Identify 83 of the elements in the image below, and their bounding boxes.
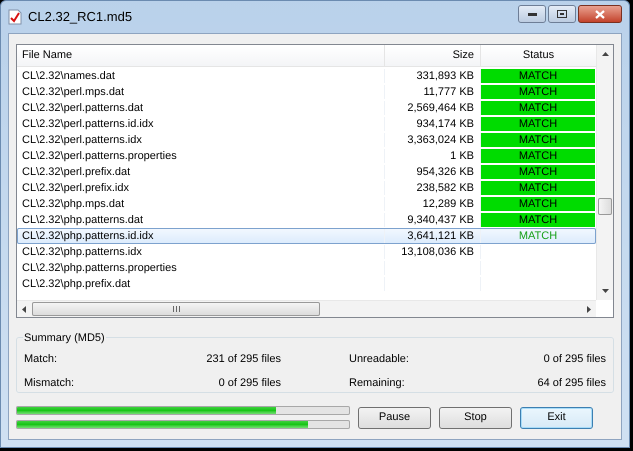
- status-text: MATCH: [481, 117, 595, 131]
- file-size: 954,326 KB: [416, 164, 474, 180]
- file-size: 12,289 KB: [422, 196, 474, 212]
- scroll-thumb[interactable]: [32, 302, 320, 316]
- file-name: CL\2.32\perl.prefix.idx: [22, 180, 129, 196]
- file-row[interactable]: CL\2.32\perl.prefix.idx 238,582 KB MATCH: [17, 180, 596, 196]
- vertical-scrollbar[interactable]: [596, 45, 613, 300]
- file-name: CL\2.32\perl.patterns.properties: [22, 148, 177, 164]
- right-arrow-icon: [587, 306, 591, 312]
- file-name: CL\2.32\names.dat: [22, 68, 115, 84]
- status-text: MATCH: [481, 85, 595, 99]
- status-text: MATCH: [481, 133, 595, 147]
- file-row[interactable]: CL\2.32\perl.patterns.idx 3,363,024 KB MATCH: [17, 132, 596, 148]
- file-row[interactable]: CL\2.32\perl.patterns.dat 2,569,464 KB MATCH: [17, 100, 596, 116]
- dialog-button[interactable]: Stop: [439, 406, 512, 428]
- column-header[interactable]: Size: [385, 45, 481, 66]
- horizontal-scrollbar[interactable]: [17, 300, 596, 317]
- status-text: MATCH: [481, 181, 595, 195]
- file-row[interactable]: CL\2.32\php.patterns.properties: [17, 260, 596, 276]
- file-row[interactable]: CL\2.32\php.mps.dat 12,289 KB MATCH: [17, 196, 596, 212]
- up-arrow-icon: [602, 52, 608, 56]
- file-row[interactable]: CL\2.32\perl.patterns.id.idx 934,174 KB MATCH: [17, 116, 596, 132]
- file-size: 9,340,437 KB: [407, 212, 474, 228]
- file-size: 331,893 KB: [416, 68, 474, 84]
- summary-label: Match:: [24, 352, 58, 367]
- file-name: CL\2.32\php.patterns.properties: [22, 260, 177, 276]
- file-size: 934,174 KB: [416, 116, 474, 132]
- down-arrow-icon: [602, 289, 608, 293]
- file-size: 11,777 KB: [423, 84, 474, 100]
- grip-icon: [172, 306, 180, 312]
- maximize-icon: [557, 10, 567, 18]
- file-size: 2,569,464 KB: [407, 100, 474, 116]
- status-text: MATCH: [518, 229, 558, 243]
- column-header[interactable]: Status: [481, 45, 596, 66]
- left-arrow-icon: [22, 306, 26, 312]
- close-icon: [595, 10, 605, 18]
- status-text: MATCH: [481, 197, 595, 211]
- window-title: CL2.32_RC1.md5: [28, 8, 132, 26]
- file-row[interactable]: CL\2.32\php.prefix.dat: [17, 276, 596, 292]
- status-text: MATCH: [481, 213, 595, 227]
- summary-label: Mismatch:: [24, 376, 74, 390]
- file-row[interactable]: CL\2.32\perl.mps.dat 11,777 KB MATCH: [17, 84, 596, 100]
- group-title: Summary (MD5): [23, 330, 106, 346]
- file-name: CL\2.32\php.patterns.idx: [22, 244, 142, 260]
- file-row[interactable]: CL\2.32\perl.patterns.properties 1 KB MATCH: [17, 148, 596, 164]
- minimize-button[interactable]: [518, 5, 546, 23]
- file-row[interactable]: CL\2.32\php.patterns.id.idx 3,641,121 KB MATCH: [17, 228, 596, 244]
- summary-value: 64 of 295 files: [538, 376, 606, 390]
- status-text: MATCH: [481, 149, 595, 163]
- file-size: 3,641,121 KB: [407, 228, 474, 244]
- file-name: CL\2.32\perl.patterns.idx: [22, 132, 142, 148]
- file-name: CL\2.32\php.patterns.id.idx: [22, 228, 154, 244]
- summary-value: 231 of 295 files: [206, 352, 281, 367]
- file-size: 1 KB: [450, 148, 474, 164]
- file-row[interactable]: CL\2.32\php.patterns.idx 13,108,036 KB: [17, 244, 596, 260]
- file-row[interactable]: CL\2.32\perl.prefix.dat 954,326 KB MATCH: [17, 164, 596, 180]
- file-row[interactable]: CL\2.32\php.patterns.dat 9,340,437 KB MATCH: [17, 212, 596, 228]
- summary-value: 0 of 295 files: [218, 376, 281, 390]
- status-text: MATCH: [481, 165, 595, 179]
- file-name: CL\2.32\perl.prefix.dat: [22, 164, 130, 180]
- column-header[interactable]: File Name: [17, 45, 385, 66]
- dialog-button[interactable]: Pause: [358, 406, 431, 428]
- file-name: CL\2.32\perl.patterns.dat: [22, 100, 144, 116]
- summary-label: Unreadable:: [349, 352, 409, 367]
- file-name: CL\2.32\php.prefix.dat: [22, 276, 130, 292]
- summary-value: 0 of 295 files: [544, 352, 606, 367]
- maximize-button[interactable]: [548, 5, 576, 23]
- scroll-thumb[interactable]: [598, 198, 612, 215]
- file-name: CL\2.32\php.patterns.dat: [22, 212, 144, 228]
- status-text: MATCH: [481, 101, 595, 115]
- file-name: CL\2.32\perl.patterns.id.idx: [22, 116, 154, 132]
- file-size: 238,582 KB: [416, 180, 474, 196]
- file-name: CL\2.32\perl.mps.dat: [22, 84, 124, 100]
- file-name: CL\2.32\php.mps.dat: [22, 196, 124, 212]
- status-text: MATCH: [481, 69, 595, 83]
- document-check-icon: [8, 9, 22, 25]
- file-size: 3,363,024 KB: [407, 132, 474, 148]
- dialog-button[interactable]: Exit: [520, 406, 593, 428]
- file-size: 13,108,036 KB: [401, 244, 474, 260]
- summary-label: Remaining:: [349, 376, 405, 390]
- minimize-icon: [528, 12, 536, 16]
- file-row[interactable]: CL\2.32\names.dat 331,893 KB MATCH: [17, 68, 596, 84]
- close-button[interactable]: [578, 5, 622, 23]
